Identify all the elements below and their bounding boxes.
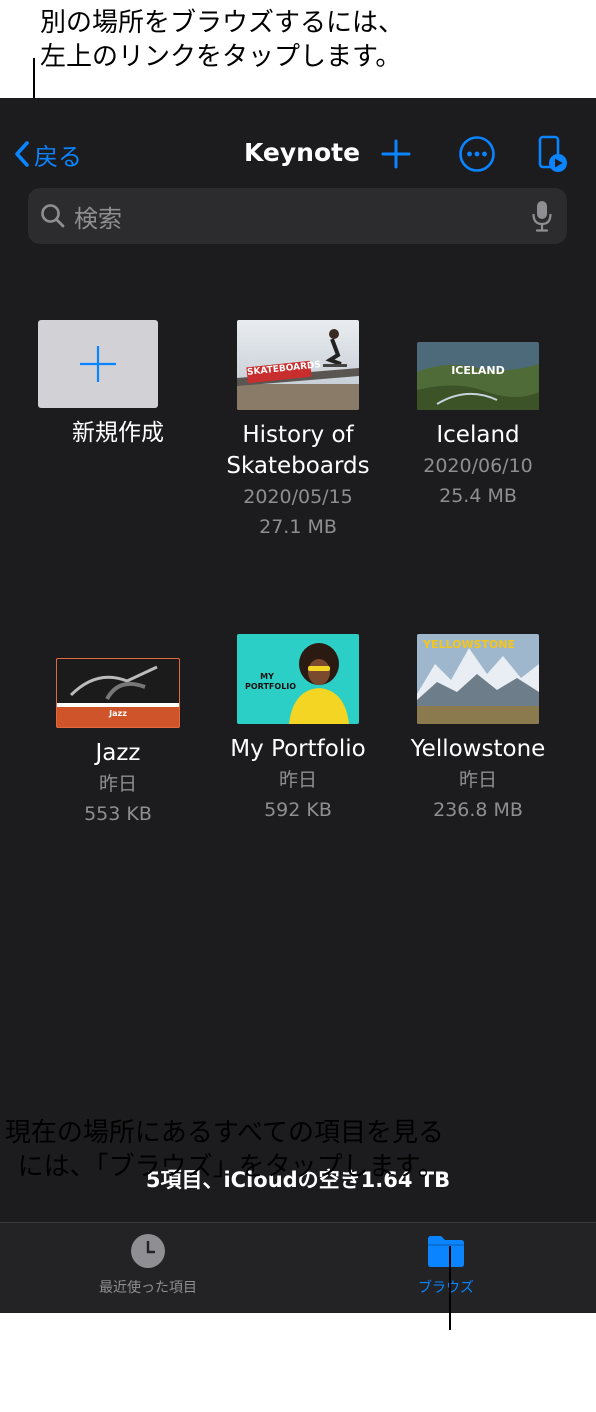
document-name-line2: Skateboards <box>226 453 370 479</box>
callout-top: 別の場所をブラウズするには、 左上のリンクをタップします。 <box>40 6 580 74</box>
tab-bar: 最近使った項目 ブラウズ <box>0 1222 596 1313</box>
document-thumbnail: ICELAND <box>417 342 539 410</box>
plus-icon <box>381 139 411 169</box>
more-circle-icon <box>459 136 495 172</box>
document-iceland[interactable]: ICELAND Iceland 2020/06/10 25.4 MB <box>398 320 558 511</box>
document-name: History of Skateboards <box>218 420 378 482</box>
magnifier-icon <box>38 201 68 231</box>
document-thumbnail: SKATEBOARDS <box>237 320 359 410</box>
chevron-left-icon <box>15 141 29 167</box>
document-date: 昨日 <box>98 773 137 795</box>
document-my-portfolio[interactable]: MY PORTFOLIO My Portfolio 昨日 592 KB <box>218 634 378 825</box>
document-size: 592 KB <box>264 799 332 821</box>
new-document-button[interactable]: 新規作成 <box>38 320 198 449</box>
callout-bottom: 現在の場所にあるすべての項目を見る には、「ブラウズ」をタップします。 <box>0 1116 444 1184</box>
document-size: 25.4 MB <box>439 485 517 507</box>
document-name: My Portfolio <box>230 736 366 762</box>
callout-bottom-line1: 現在の場所にあるすべての項目を見る <box>4 1118 444 1148</box>
search-input[interactable]: 検索 <box>74 199 531 234</box>
document-date: 昨日 <box>278 769 317 791</box>
plus-icon <box>80 346 116 382</box>
play-remote-button[interactable] <box>534 134 574 176</box>
document-name: Jazz <box>95 740 141 766</box>
tab-recents[interactable]: 最近使った項目 <box>58 1233 238 1297</box>
document-size: 236.8 MB <box>433 799 523 821</box>
document-date: 2020/06/10 <box>423 455 533 477</box>
callout-top-line1: 別の場所をブラウズするには、 <box>40 8 405 38</box>
back-button[interactable]: 戻る <box>14 136 82 172</box>
document-name-line1: History of <box>242 422 354 448</box>
folder-icon <box>428 1236 464 1267</box>
tab-browse-label: ブラウズ <box>418 1280 474 1296</box>
document-date: 昨日 <box>458 769 497 791</box>
tab-recents-label: 最近使った項目 <box>99 1280 197 1296</box>
play-remote-icon <box>538 135 567 172</box>
document-thumbnail-title: YELLOWSTONE <box>423 638 516 651</box>
document-name: Iceland <box>436 422 520 448</box>
document-thumbnail: MY PORTFOLIO <box>237 634 359 724</box>
document-date: 2020/05/15 <box>243 486 353 508</box>
document-size: 27.1 MB <box>259 516 337 538</box>
document-thumbnail-title: Jazz <box>109 709 127 718</box>
callout-bottom-line2: には、「ブラウズ」をタップします。 <box>17 1152 444 1182</box>
back-label: 戻る <box>34 142 82 171</box>
add-button[interactable] <box>378 136 414 172</box>
document-thumbnail: YELLOWSTONE <box>417 634 539 724</box>
document-thumbnail-title: ICELAND <box>451 364 505 377</box>
callout-bottom-leader-line <box>449 1246 451 1330</box>
new-document-label: 新規作成 <box>72 420 164 446</box>
document-thumbnail-title: MY PORTFOLIO <box>245 672 297 691</box>
document-name: Yellowstone <box>410 736 546 762</box>
new-document-thumbnail <box>38 320 158 408</box>
document-jazz[interactable]: Jazz Jazz 昨日 553 KB <box>38 656 198 829</box>
tab-browse[interactable]: ブラウズ <box>356 1233 536 1297</box>
page-title: Keynote <box>244 138 361 167</box>
mic-icon[interactable] <box>531 199 553 233</box>
document-yellowstone[interactable]: YELLOWSTONE Yellowstone 昨日 236.8 MB <box>398 634 558 825</box>
more-button[interactable] <box>458 135 496 173</box>
document-history-of-skateboards[interactable]: SKATEBOARDS History of Skateboards 2020/… <box>218 320 378 542</box>
search-field[interactable]: 検索 <box>28 188 567 244</box>
callout-top-line2: 左上のリンクをタップします。 <box>40 42 402 72</box>
clock-icon <box>131 1234 165 1268</box>
document-size: 553 KB <box>84 803 152 825</box>
document-thumbnail: Jazz <box>56 658 180 728</box>
